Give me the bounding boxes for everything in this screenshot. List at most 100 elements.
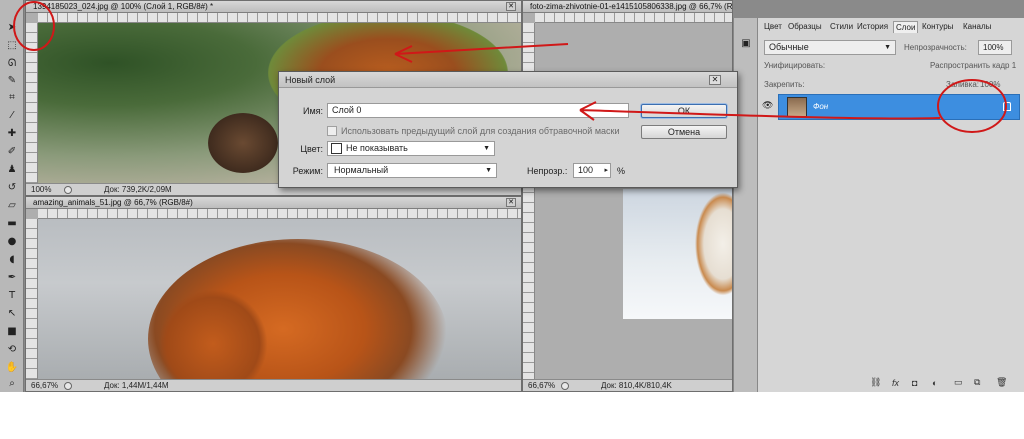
hand-tool-icon[interactable]: ✋ (3, 360, 21, 375)
tab-paths[interactable]: Контуры (920, 21, 955, 33)
tab-layers[interactable]: Слои (893, 21, 919, 33)
fill-value[interactable]: 100% (980, 80, 1000, 89)
stamp-tool-icon[interactable]: ♟ (3, 162, 21, 177)
opacity-unit: % (617, 166, 626, 176)
tab-channels[interactable]: Каналы (961, 21, 993, 33)
fx-icon[interactable]: fx (892, 378, 899, 388)
canvas-image-3[interactable] (623, 189, 732, 319)
trash-icon[interactable]: 🗑 (996, 377, 1007, 388)
squirrel-body (693, 189, 732, 299)
type-tool-icon[interactable]: T (3, 288, 21, 303)
mode-value: Нормальный (334, 165, 389, 175)
gradient-tool-icon[interactable]: ▬ (3, 216, 21, 231)
new-layer-dialog: Новый слой ✕ Имя: Слой 0 Использовать пр… (278, 71, 738, 188)
tab-history[interactable]: История (855, 21, 890, 33)
opacity-value: 100 (578, 165, 594, 175)
unify-label: Унифицировать: (764, 61, 826, 70)
color-value: Не показывать (346, 143, 408, 153)
doc-size: Док: 739,2K/2,09M (104, 185, 172, 194)
eyedropper-tool-icon[interactable]: ⁄ (3, 108, 21, 123)
layer-name-input[interactable]: Слой 0 (327, 103, 629, 118)
ruler-horizontal (38, 209, 521, 219)
dialog-title: Новый слой (279, 72, 737, 88)
adjustment-icon[interactable]: ◐ (932, 378, 937, 388)
pen-tool-icon[interactable]: ✒ (3, 270, 21, 285)
status-menu-icon[interactable] (64, 186, 72, 194)
color-swatch (331, 143, 342, 154)
document-title: foto-zima-zhivotnie-01-e1415105806338.jp… (530, 2, 732, 11)
layers-panel: Цвет Образцы Стили История Слои Контуры … (757, 18, 1024, 392)
document-tab-2[interactable]: amazing_animals_51.jpg @ 66,7% (RGB/8#) ✕ (26, 197, 521, 209)
close-icon[interactable]: ✕ (506, 2, 516, 11)
document-tab-1[interactable]: 1394185023_024.jpg @ 100% (Слой 1, RGB/8… (26, 1, 521, 13)
blend-mode-select[interactable]: Обычные ▼ (764, 40, 896, 55)
canvas-image-2[interactable] (38, 219, 521, 379)
lasso-tool-icon[interactable]: ᘏ (3, 56, 21, 71)
close-icon[interactable]: ✕ (709, 75, 721, 85)
zoom-level[interactable]: 66,67% (31, 380, 59, 391)
healing-tool-icon[interactable]: ✚ (3, 126, 21, 141)
marquee-tool-icon[interactable]: ⬚ (3, 38, 21, 53)
new-layer-icon[interactable]: ⧉ (974, 377, 980, 388)
history-brush-icon[interactable]: ↺ (3, 180, 21, 195)
close-icon[interactable]: ✕ (506, 198, 516, 207)
chevron-down-icon[interactable]: ▸ (604, 164, 608, 177)
blend-mode-value: Обычные (769, 42, 809, 52)
tab-swatches[interactable]: Образцы (786, 21, 824, 33)
status-menu-icon[interactable] (64, 382, 72, 390)
status-menu-icon[interactable] (561, 382, 569, 390)
name-label: Имя: (302, 106, 323, 116)
tab-styles[interactable]: Стили (828, 21, 855, 33)
zoom-tool-icon[interactable]: ⌕ (3, 376, 21, 391)
document-window-3[interactable]: foto-zima-zhivotnie-01-e1415105806338.jp… (522, 0, 733, 392)
quick-select-tool-icon[interactable]: ✎ (3, 73, 21, 88)
tab-color[interactable]: Цвет (762, 21, 784, 33)
ruler-vertical (26, 23, 38, 183)
panel-opacity-field[interactable]: 100% (978, 40, 1012, 55)
layer-row-background[interactable]: Фон (778, 94, 1020, 120)
status-bar-2: 66,67% Док: 1,44M/1,44M (26, 379, 521, 391)
zoom-level[interactable]: 66,67% (528, 380, 556, 391)
photoshop-window: ➤ ⬚ ᘏ ✎ ⌗ ⁄ ✚ ✐ ♟ ↺ ▱ ▬ ● ◖ ✒ T ↖ ■ ⟲ ✋ … (0, 0, 1024, 392)
link-icon[interactable]: ⛓ (870, 377, 881, 388)
chevron-down-icon: ▼ (884, 44, 891, 51)
crop-tool-icon[interactable]: ⌗ (3, 90, 21, 105)
fill-label: Заливка: (946, 80, 980, 89)
cancel-button[interactable]: Отмена (641, 125, 727, 139)
document-window-2[interactable]: amazing_animals_51.jpg @ 66,7% (RGB/8#) ✕… (25, 196, 522, 392)
ruler-horizontal (38, 13, 521, 23)
color-label: Цвет: (300, 144, 323, 154)
doc-size: Док: 1,44M/1,44M (104, 381, 169, 390)
3d-rotate-tool-icon[interactable]: ⟲ (3, 342, 21, 357)
mode-select[interactable]: Нормальный ▼ (327, 163, 497, 178)
shape-tool-icon[interactable]: ■ (3, 324, 21, 339)
blur-tool-icon[interactable]: ● (3, 234, 21, 249)
lock-label: Закрепить: (764, 80, 805, 89)
eraser-tool-icon[interactable]: ▱ (3, 198, 21, 213)
opacity-label: Непрозр.: (527, 166, 568, 176)
dodge-tool-icon[interactable]: ◖ (3, 252, 21, 267)
doc-size: Док: 810,4K/810,4K (601, 381, 672, 390)
group-icon[interactable]: ▭ (954, 377, 963, 388)
mode-label: Режим: (292, 166, 323, 176)
mask-icon[interactable]: ◘ (912, 378, 917, 388)
move-tool-icon[interactable]: ➤ (3, 20, 21, 35)
propagate-label: Распространить кадр 1 (930, 61, 1017, 70)
clipping-mask-checkbox[interactable] (327, 126, 337, 136)
zoom-level[interactable]: 100% (31, 184, 59, 195)
document-tab-3[interactable]: foto-zima-zhivotnie-01-e1415105806338.jp… (523, 1, 732, 13)
document-title: amazing_animals_51.jpg @ 66,7% (RGB/8#) (33, 198, 193, 207)
brush-tool-icon[interactable]: ✐ (3, 144, 21, 159)
chevron-down-icon: ▼ (483, 145, 490, 152)
path-select-tool-icon[interactable]: ↖ (3, 306, 21, 321)
squirrel-head (208, 113, 278, 173)
color-select[interactable]: Не показывать ▼ (327, 141, 495, 156)
opacity-input[interactable]: 100 ▸ (573, 163, 611, 178)
ok-button[interactable]: ОК (641, 104, 727, 118)
panel-collapse-icon[interactable]: ▣ (737, 36, 755, 51)
visibility-eye-icon[interactable]: 👁 (762, 100, 774, 110)
opacity-label: Непрозрачность: (904, 43, 967, 52)
chevron-down-icon: ▼ (485, 167, 492, 174)
lock-icon[interactable] (1003, 102, 1011, 111)
layer-name: Фон (813, 102, 829, 111)
